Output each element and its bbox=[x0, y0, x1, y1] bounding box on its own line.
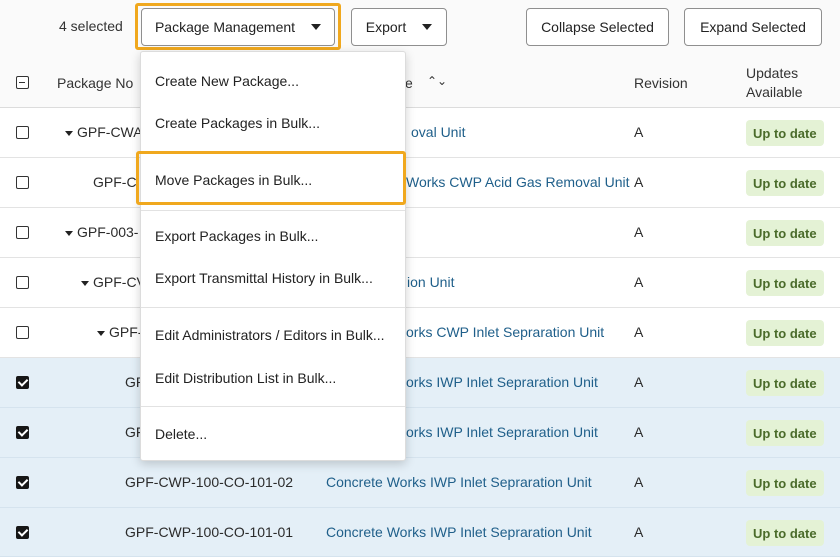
table-row[interactable]: GPF- orks CWP Inlet Sepraration Unit A U… bbox=[0, 308, 840, 358]
package-name-link[interactable]: Works CWP Acid Gas Removal Unit bbox=[406, 174, 630, 190]
package-no-cell: GPF-CV bbox=[81, 274, 146, 290]
status-badge: Up to date bbox=[746, 170, 824, 196]
row-checkbox[interactable] bbox=[16, 426, 29, 439]
package-no-cell: GPF-003- bbox=[65, 224, 138, 240]
move-packages-highlight bbox=[136, 151, 406, 205]
table-row[interactable]: GPF-CWP-100-CO-101-02 Concrete Works IWP… bbox=[0, 458, 840, 508]
chevron-down-icon bbox=[422, 24, 433, 30]
table-row[interactable]: GF orks IWP Inlet Sepraration Unit A Up … bbox=[0, 408, 840, 458]
table-row[interactable]: GPF-CV ion Unit A Up to date bbox=[0, 258, 840, 308]
menu-divider bbox=[141, 406, 405, 407]
row-checkbox[interactable] bbox=[16, 376, 29, 389]
menu-item-delete[interactable]: Delete... bbox=[155, 426, 207, 442]
package-no-cell: GPF-CWP-100-CO-101-01 bbox=[125, 524, 294, 540]
status-badge: Up to date bbox=[746, 370, 824, 396]
package-no-cell: GPF-CWA bbox=[65, 124, 143, 140]
package-name-link[interactable]: orks IWP Inlet Sepraration Unit bbox=[406, 374, 598, 390]
row-checkbox[interactable] bbox=[16, 526, 29, 539]
row-checkbox[interactable] bbox=[16, 226, 29, 239]
header-package-no[interactable]: Package No bbox=[57, 75, 133, 91]
table-header: Package No e ⌃⌄ Revision Updates Availab… bbox=[0, 56, 840, 108]
revision-cell: A bbox=[634, 174, 644, 190]
expand-triangle-icon[interactable] bbox=[65, 230, 73, 236]
menu-item-create-packages-bulk[interactable]: Create Packages in Bulk... bbox=[155, 115, 320, 131]
export-button[interactable]: Export bbox=[351, 8, 447, 46]
expand-selected-label: Expand Selected bbox=[700, 19, 806, 35]
header-revision[interactable]: Revision bbox=[634, 75, 688, 91]
status-badge: Up to date bbox=[746, 270, 824, 296]
menu-divider bbox=[141, 210, 405, 211]
expand-selected-button[interactable]: Expand Selected bbox=[684, 8, 822, 46]
revision-cell: A bbox=[634, 524, 644, 540]
package-name-link[interactable]: orks CWP Inlet Sepraration Unit bbox=[406, 324, 604, 340]
package-name-link[interactable]: Concrete Works IWP Inlet Sepraration Uni… bbox=[326, 524, 592, 540]
menu-item-edit-distribution-list-bulk[interactable]: Edit Distribution List in Bulk... bbox=[155, 370, 336, 386]
select-all-checkbox[interactable] bbox=[16, 76, 29, 89]
package-name-link[interactable]: ion Unit bbox=[407, 274, 454, 290]
menu-item-create-new-package[interactable]: Create New Package... bbox=[155, 73, 299, 89]
package-name-link[interactable]: oval Unit bbox=[411, 124, 465, 140]
revision-cell: A bbox=[634, 324, 644, 340]
package-no-cell: GPF-C bbox=[93, 174, 137, 190]
revision-cell: A bbox=[634, 424, 644, 440]
collapse-selected-button[interactable]: Collapse Selected bbox=[526, 8, 669, 46]
status-badge: Up to date bbox=[746, 220, 824, 246]
expand-triangle-icon[interactable] bbox=[97, 330, 105, 336]
toolbar: 4 selected Package Management Export Col… bbox=[0, 0, 840, 56]
revision-cell: A bbox=[634, 224, 644, 240]
table-row[interactable]: GPF-CWP-100-CO-101-01 Concrete Works IWP… bbox=[0, 508, 840, 557]
package-name-link[interactable]: Concrete Works IWP Inlet Sepraration Uni… bbox=[326, 474, 592, 490]
revision-cell: A bbox=[634, 474, 644, 490]
table-row[interactable]: GPF orks IWP Inlet Sepraration Unit A Up… bbox=[0, 358, 840, 408]
revision-cell: A bbox=[634, 124, 644, 140]
header-updates-line2: Available bbox=[746, 84, 803, 100]
menu-divider bbox=[141, 307, 405, 308]
row-checkbox[interactable] bbox=[16, 276, 29, 289]
expand-triangle-icon[interactable] bbox=[81, 280, 89, 286]
sort-icon[interactable]: ⌃⌄ bbox=[427, 74, 447, 88]
package-management-highlight bbox=[135, 3, 341, 50]
expand-triangle-icon[interactable] bbox=[65, 130, 73, 136]
status-badge: Up to date bbox=[746, 120, 824, 146]
package-no-cell: GPF-CWP-100-CO-101-02 bbox=[125, 474, 294, 490]
status-badge: Up to date bbox=[746, 420, 824, 446]
header-package-name[interactable]: e bbox=[405, 75, 413, 91]
status-badge: Up to date bbox=[746, 520, 824, 546]
row-checkbox[interactable] bbox=[16, 326, 29, 339]
table-row[interactable]: GPF-003- A Up to date bbox=[0, 208, 840, 258]
row-checkbox[interactable] bbox=[16, 176, 29, 189]
revision-cell: A bbox=[634, 274, 644, 290]
package-no-cell: GPF- bbox=[97, 324, 142, 340]
menu-item-export-packages-bulk[interactable]: Export Packages in Bulk... bbox=[155, 228, 318, 244]
table-row[interactable]: GPF-C Works CWP Acid Gas Removal Unit A … bbox=[0, 158, 840, 208]
revision-cell: A bbox=[634, 374, 644, 390]
status-badge: Up to date bbox=[746, 470, 824, 496]
collapse-selected-label: Collapse Selected bbox=[541, 19, 654, 35]
row-checkbox[interactable] bbox=[16, 126, 29, 139]
menu-item-export-transmittal-history-bulk[interactable]: Export Transmittal History in Bulk... bbox=[155, 270, 373, 286]
header-updates-line1: Updates bbox=[746, 65, 799, 81]
status-badge: Up to date bbox=[746, 320, 824, 346]
menu-item-edit-administrators-editors-bulk[interactable]: Edit Administrators / Editors in Bulk... bbox=[155, 327, 385, 343]
row-checkbox[interactable] bbox=[16, 476, 29, 489]
export-label: Export bbox=[365, 19, 407, 35]
package-name-link[interactable]: orks IWP Inlet Sepraration Unit bbox=[406, 424, 598, 440]
selected-count: 4 selected bbox=[59, 18, 123, 34]
package-management-menu: Create New Package... Create Packages in… bbox=[140, 51, 406, 461]
table-row[interactable]: GPF-CWA oval Unit A Up to date bbox=[0, 108, 840, 158]
